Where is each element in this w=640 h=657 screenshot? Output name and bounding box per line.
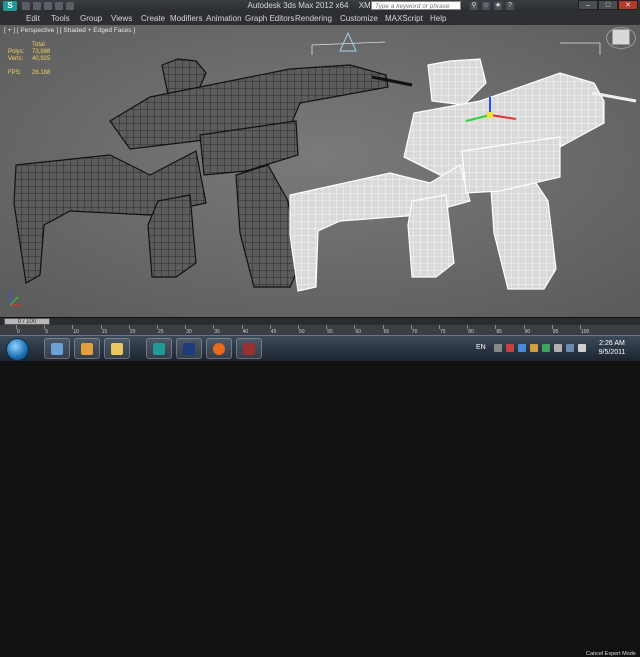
taskbar-3dsmax[interactable] xyxy=(146,338,172,359)
battery-icon[interactable] xyxy=(554,344,562,352)
viewcube-icon[interactable] xyxy=(612,29,630,45)
menu-maxscript[interactable]: MAXScript xyxy=(385,14,423,23)
language-indicator[interactable]: EN xyxy=(476,344,486,351)
taskbar-explorer[interactable] xyxy=(44,338,70,359)
taskbar-photoshop[interactable] xyxy=(176,338,202,359)
folder-icon xyxy=(111,343,123,355)
tray-app-icon[interactable] xyxy=(530,344,538,352)
menu-animation[interactable]: Animation xyxy=(206,14,242,23)
menu-views[interactable]: Views xyxy=(111,14,132,23)
menu-bar: Edit Tools Group Views Create Modifiers … xyxy=(0,12,640,26)
3dsmax-icon xyxy=(153,343,165,355)
menu-graph-editors[interactable]: Graph Editors xyxy=(245,14,294,23)
binoculars-icon[interactable]: ⚲ xyxy=(470,2,478,10)
stats-header: Total xyxy=(32,42,45,48)
title-tools: ⚲ ☆ ★ ? xyxy=(470,2,514,10)
fps-label: FPS: xyxy=(8,70,22,76)
model-render xyxy=(0,25,640,317)
clock-date: 9/5/2011 xyxy=(598,349,626,356)
viewport-statistics: Total Polys: 73,888 Verts: 40,925 FPS: 28.1… xyxy=(8,42,50,77)
app-icon xyxy=(243,343,255,355)
photoshop-icon xyxy=(183,343,195,355)
close-button[interactable]: ✕ xyxy=(618,0,638,10)
clock[interactable]: 2:26 AM 9/5/2011 xyxy=(590,339,634,357)
firefox-icon xyxy=(213,343,225,355)
clock-time: 2:26 AM xyxy=(599,340,625,347)
volume-icon[interactable] xyxy=(578,344,586,352)
taskbar-media[interactable] xyxy=(74,338,100,359)
start-button[interactable] xyxy=(6,338,29,361)
search-input[interactable]: Type a keyword or phrase xyxy=(371,1,461,10)
axis-tripod-icon xyxy=(9,291,22,306)
network-icon[interactable] xyxy=(518,344,526,352)
system-tray: EN 2:26 AM 9/5/2011 xyxy=(472,336,640,361)
verts-label: Verts: xyxy=(8,56,24,62)
viewport-label[interactable]: [ + ] [ Perspective ] [ Shaded + Edged F… xyxy=(4,27,135,34)
menu-help[interactable]: Help xyxy=(430,14,446,23)
antivirus-icon[interactable] xyxy=(506,344,514,352)
track-bar[interactable]: 0 5 10 15 20 25 30 35 40 45 50 55 60 65 70 75 80 85 90 95 10… xyxy=(0,325,640,657)
polys-value: 73,888 xyxy=(32,49,51,55)
wifi-icon[interactable] xyxy=(566,344,574,352)
status-text[interactable]: Cancel Expert Mode xyxy=(586,651,636,657)
window-controls: – □ ✕ xyxy=(578,0,638,10)
media-icon xyxy=(81,343,93,355)
menu-customize[interactable]: Customize xyxy=(340,14,378,23)
menu-tools[interactable]: Tools xyxy=(51,14,70,23)
menu-rendering[interactable]: Rendering xyxy=(295,14,332,23)
time-slider[interactable]: 0 / 100 xyxy=(4,318,50,325)
menu-create[interactable]: Create xyxy=(141,14,165,23)
fps-value: 28.188 xyxy=(32,70,51,76)
explorer-icon xyxy=(51,343,63,355)
verts-value: 40,925 xyxy=(32,56,51,62)
app-title: Autodesk 3ds Max 2012 x64 xyxy=(247,1,349,10)
title-bar: S Autodesk 3ds Max 2012 x64 XM8.max Type… xyxy=(0,0,640,12)
window-title: Autodesk 3ds Max 2012 x64 XM8.max xyxy=(0,1,640,10)
polys-label: Polys: xyxy=(8,49,25,55)
windows-taskbar: EN 2:26 AM 9/5/2011 xyxy=(0,335,640,361)
favorites-icon[interactable]: ★ xyxy=(494,2,502,10)
menu-group[interactable]: Group xyxy=(80,14,102,23)
minimize-button[interactable]: – xyxy=(578,0,598,10)
menu-modifiers[interactable]: Modifiers xyxy=(170,14,202,23)
update-icon[interactable] xyxy=(542,344,550,352)
maximize-button[interactable]: □ xyxy=(598,0,618,10)
taskbar-folder[interactable] xyxy=(104,338,130,359)
taskbar-app[interactable] xyxy=(236,338,262,359)
help-icon[interactable]: ? xyxy=(506,2,514,10)
perspective-viewport[interactable]: [ + ] [ Perspective ] [ Shaded + Edged F… xyxy=(0,25,640,317)
tray-expand-icon[interactable] xyxy=(494,344,502,352)
communication-center-icon[interactable]: ☆ xyxy=(482,2,490,10)
menu-edit[interactable]: Edit xyxy=(26,14,40,23)
taskbar-firefox[interactable] xyxy=(206,338,232,359)
